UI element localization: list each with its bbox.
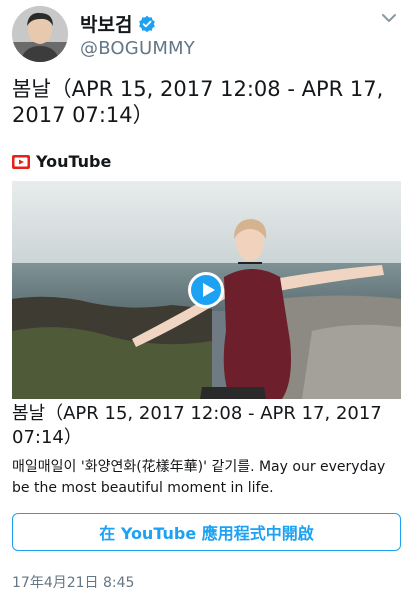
verified-badge-icon (139, 15, 156, 32)
display-name[interactable]: 박보검 (80, 10, 132, 37)
source-label: YouTube (36, 152, 112, 171)
open-in-youtube-button[interactable]: 在 YouTube 應用程式中開啟 (12, 513, 401, 551)
tweet-header: 박보검 @BOGUMMY (12, 6, 401, 64)
youtube-logo-icon (12, 154, 30, 169)
card-description: 매일매일이 '화양연화(花樣年華)' 같기를. May our everyday… (12, 459, 386, 496)
avatar[interactable] (12, 6, 68, 62)
user-handle[interactable]: @BOGUMMY (80, 38, 195, 59)
tweet-text: 봄날（APR 15, 2017 12:08 - APR 17, 2017 07:… (12, 77, 384, 127)
card-source: YouTube (12, 152, 111, 171)
name-row: 박보검 (80, 10, 156, 37)
play-icon[interactable] (188, 272, 224, 308)
chevron-down-icon[interactable] (381, 12, 397, 24)
tweet-timestamp: 17年4月21日 8:45 (12, 575, 135, 591)
card-title[interactable]: 봄날（APR 15, 2017 12:08 - APR 17, 2017 07:… (12, 402, 402, 450)
